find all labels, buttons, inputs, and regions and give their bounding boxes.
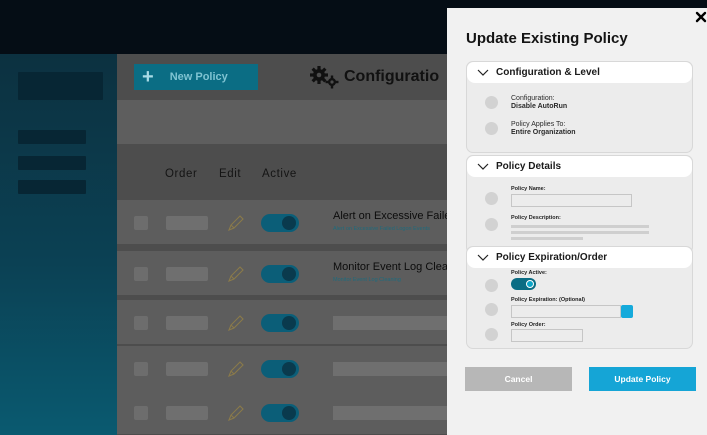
panel-title: Update Existing Policy	[466, 30, 628, 47]
active-toggle[interactable]	[261, 214, 299, 232]
status-dot	[485, 122, 498, 135]
configuration-value: Disable AutoRun	[511, 103, 568, 110]
column-header-active[interactable]: Active	[262, 168, 297, 180]
active-toggle[interactable]	[261, 265, 299, 283]
policy-expiration-input[interactable]	[511, 305, 621, 318]
section-policy-expiration: Policy Expiration/Order Policy Active: P…	[466, 246, 693, 349]
row-order	[166, 406, 208, 420]
chevron-down-icon	[477, 254, 489, 261]
section-header-details[interactable]: Policy Details	[467, 156, 692, 177]
section-header-configuration[interactable]: Configuration & Level	[467, 62, 692, 83]
policy-active-label: Policy Active:	[511, 270, 547, 276]
section-title: Policy Details	[496, 161, 562, 172]
row-order	[166, 362, 208, 376]
sidebar-item[interactable]	[18, 130, 86, 144]
active-toggle[interactable]	[261, 360, 299, 378]
column-header-edit[interactable]: Edit	[219, 168, 241, 180]
pencil-icon[interactable]	[226, 403, 246, 423]
plus-icon: +	[142, 66, 154, 88]
cancel-button[interactable]: Cancel	[465, 367, 572, 391]
policy-description-line[interactable]	[511, 231, 649, 234]
row-placeholder	[333, 406, 449, 420]
pencil-icon[interactable]	[226, 264, 246, 284]
row-checkbox[interactable]	[134, 316, 148, 330]
row-checkbox[interactable]	[134, 406, 148, 420]
row-checkbox[interactable]	[134, 216, 148, 230]
sidebar-logo	[18, 72, 103, 100]
policy-description-label: Policy Description:	[511, 215, 561, 221]
applies-value: Entire Organization	[511, 129, 576, 136]
section-title: Policy Expiration/Order	[496, 252, 608, 263]
row-order	[166, 316, 208, 330]
row-policy-subtitle: Monitor Event Log Cleaning	[333, 277, 401, 283]
close-icon[interactable]	[694, 10, 707, 24]
applies-label: Policy Applies To:	[511, 121, 566, 128]
sidebar	[0, 54, 117, 435]
status-dot	[485, 192, 498, 205]
status-dot	[485, 218, 498, 231]
config-title-text: Configuratio	[344, 68, 440, 85]
section-title: Configuration & Level	[496, 67, 600, 78]
chevron-down-icon	[477, 163, 489, 170]
applies-to-field: Policy Applies To: Entire Organization	[511, 121, 576, 137]
row-placeholder	[333, 362, 449, 376]
policy-name-input[interactable]	[511, 194, 632, 207]
new-policy-button[interactable]: + New Policy	[134, 64, 258, 90]
status-dot	[485, 303, 498, 316]
row-checkbox[interactable]	[134, 362, 148, 376]
active-toggle[interactable]	[261, 404, 299, 422]
configuration-field: Configuration: Disable AutoRun	[511, 95, 567, 111]
sidebar-item[interactable]	[18, 156, 86, 170]
configuration-label: Configuration:	[511, 95, 555, 102]
section-header-expiration[interactable]: Policy Expiration/Order	[467, 247, 692, 268]
row-order	[166, 216, 208, 230]
row-policy-subtitle: Alert on Excessive Failed Logon Events	[333, 226, 430, 232]
row-checkbox[interactable]	[134, 267, 148, 281]
row-placeholder	[333, 316, 449, 330]
column-header-order[interactable]: Order	[165, 168, 197, 180]
policy-description-line[interactable]	[511, 237, 583, 240]
section-policy-details: Policy Details Policy Name: Policy Descr…	[466, 155, 693, 254]
status-dot	[485, 279, 498, 292]
policy-description-line[interactable]	[511, 225, 649, 228]
row-policy-name: Alert on Excessive Faile	[333, 210, 451, 222]
pencil-icon[interactable]	[226, 359, 246, 379]
active-toggle[interactable]	[261, 314, 299, 332]
policy-active-toggle[interactable]	[511, 278, 536, 290]
sidebar-item[interactable]	[18, 180, 86, 194]
table-header: Order Edit Active	[117, 164, 447, 184]
chevron-down-icon	[477, 69, 489, 76]
update-policy-button[interactable]: Update Policy	[589, 367, 696, 391]
policy-order-label: Policy Order:	[511, 322, 546, 328]
status-dot	[485, 96, 498, 109]
row-policy-name: Monitor Event Log Clea	[333, 261, 448, 273]
new-policy-label: New Policy	[169, 71, 228, 83]
policy-expiration-label: Policy Expiration: (Optional)	[511, 297, 585, 303]
section-configuration-level: Configuration & Level Configuration: Dis…	[466, 61, 693, 153]
gears-icon	[310, 65, 340, 89]
pencil-icon[interactable]	[226, 313, 246, 333]
page-title: Configuratio	[310, 64, 439, 90]
policy-name-label: Policy Name:	[511, 186, 546, 192]
policy-order-input[interactable]	[511, 329, 583, 342]
row-order	[166, 267, 208, 281]
pencil-icon[interactable]	[226, 213, 246, 233]
status-dot	[485, 328, 498, 341]
calendar-picker-button[interactable]	[621, 305, 633, 318]
